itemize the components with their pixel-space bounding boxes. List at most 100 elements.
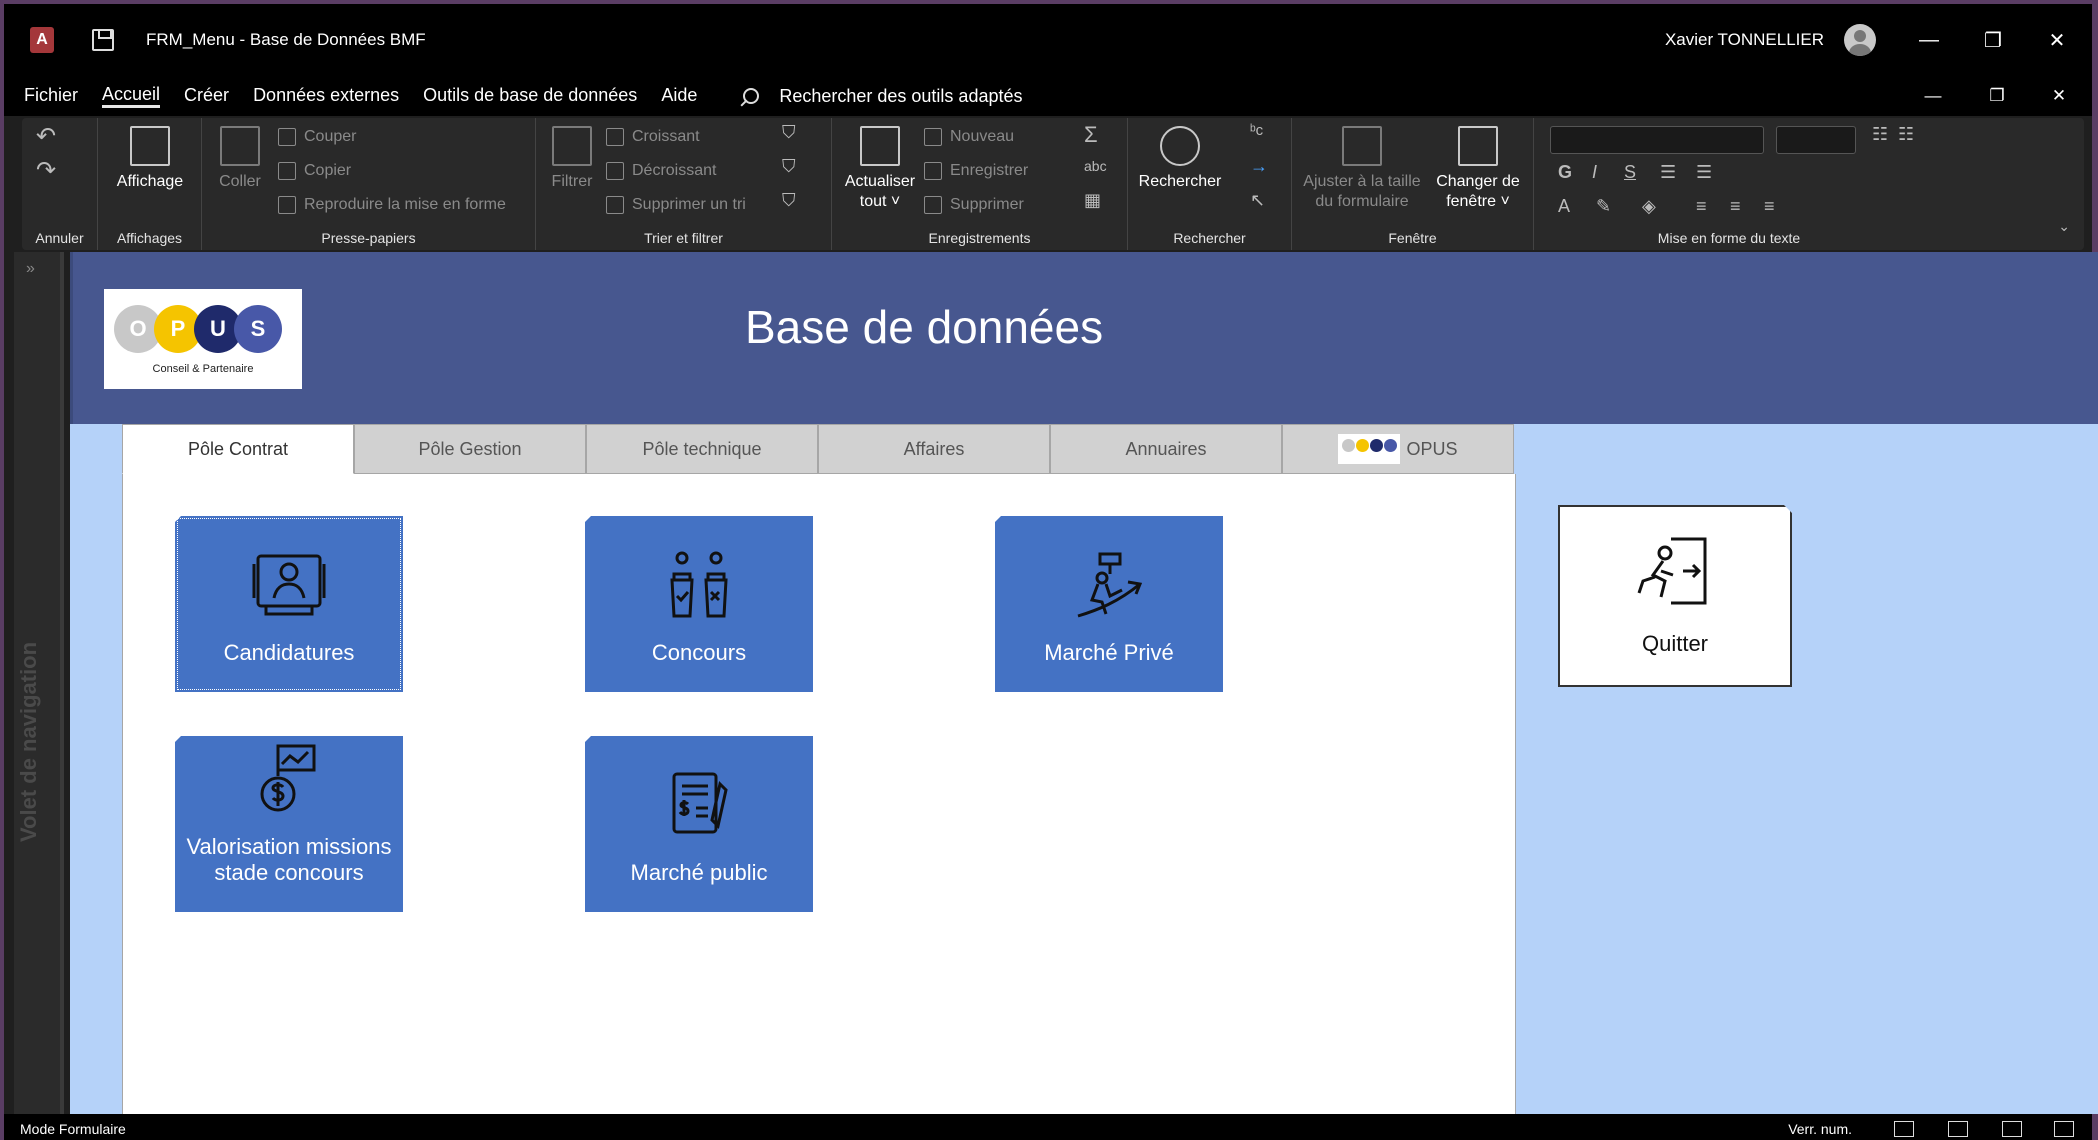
group-label: Affichages <box>116 230 183 246</box>
selection-filter-icon[interactable]: ⛉ <box>782 122 796 143</box>
doc-minimize-button[interactable]: — <box>1900 76 1966 116</box>
collapse-ribbon-icon[interactable]: ⌄ <box>2058 218 2070 235</box>
supprimer-button[interactable]: Supprimer <box>924 196 1024 214</box>
marche-public-label: Marché public <box>630 860 768 885</box>
menu-fichier[interactable]: Fichier <box>24 85 78 108</box>
doc-restore-button[interactable]: ❐ <box>1964 76 2030 116</box>
supprimer-tri-button[interactable]: Supprimer un tri <box>606 196 746 214</box>
tab-panel-pole-contrat: Candidatures Concours Marché Privé Valor… <box>122 474 1516 1114</box>
goto-icon[interactable]: → <box>1250 156 1268 177</box>
form-view-icon[interactable] <box>1894 1121 1914 1137</box>
switch-window-icon <box>1458 126 1498 166</box>
tell-me-text: Rechercher des outils adaptés <box>779 85 1023 106</box>
totals-icon[interactable]: Σ <box>1084 122 1098 148</box>
outdent-icon[interactable]: ☰ <box>1696 162 1712 183</box>
group-label: Presse-papiers <box>321 230 416 246</box>
user-account[interactable]: Xavier TONNELLIER <box>1665 4 1876 76</box>
concours-label: Concours <box>651 640 747 665</box>
restore-button[interactable]: ❐ <box>1960 4 2026 76</box>
tell-me-search[interactable]: Rechercher des outils adaptés <box>743 86 1022 107</box>
save-icon[interactable] <box>92 29 114 51</box>
nav-pane-label: Volet de navigation <box>16 641 41 842</box>
decroissant-label: Décroissant <box>632 162 717 179</box>
spelling-icon[interactable]: abc <box>1084 158 1107 174</box>
reproduire-button[interactable]: Reproduire la mise en forme <box>278 196 506 214</box>
avatar-icon[interactable] <box>1844 24 1876 56</box>
bullets-icon[interactable]: ☷ <box>1872 124 1888 145</box>
fill-color-icon[interactable]: ◈ <box>1642 196 1656 217</box>
affichage-button[interactable]: Affichage <box>104 126 196 192</box>
valorisation-button[interactable]: Valorisation missions stade concours <box>175 736 403 912</box>
align-right-icon[interactable]: ≡ <box>1764 196 1775 217</box>
contest-icon <box>670 551 728 618</box>
ajuster-button[interactable]: Ajuster à la taille du formulaire <box>1298 126 1426 212</box>
menu-creer[interactable]: Créer <box>184 85 229 108</box>
copier-button[interactable]: Copier <box>278 162 351 180</box>
design-view-icon[interactable] <box>2054 1121 2074 1137</box>
replace-icon[interactable]: ᵇc <box>1250 122 1263 139</box>
underline-icon[interactable]: S <box>1624 162 1636 183</box>
status-numlock: Verr. num. <box>1788 1121 1852 1137</box>
candidatures-label: Candidatures <box>223 640 355 665</box>
select-icon[interactable]: ↖ <box>1250 190 1265 211</box>
bold-icon[interactable]: G <box>1558 162 1572 183</box>
opus-logo: O P U S Conseil & Partenaire <box>104 289 302 389</box>
tab-pole-contrat[interactable]: Pôle Contrat <box>122 424 354 474</box>
font-color-icon[interactable]: A <box>1558 196 1570 217</box>
group-label: Enregistrements <box>928 230 1031 246</box>
marche-public-button[interactable]: Marché public <box>585 736 813 912</box>
font-name-combo[interactable] <box>1550 126 1764 154</box>
decroissant-button[interactable]: Décroissant <box>606 162 716 180</box>
ribbon: ↶ ↷ Annuler Affichage Affichages Coller … <box>22 118 2084 250</box>
undo-icon[interactable]: ↶ <box>36 122 56 151</box>
expand-nav-icon[interactable]: » <box>26 260 35 278</box>
align-center-icon[interactable]: ≡ <box>1730 196 1741 217</box>
navigation-pane[interactable]: » Volet de navigation <box>14 252 64 1114</box>
align-left-icon[interactable]: ≡ <box>1696 196 1707 217</box>
highlight-icon[interactable]: ✎ <box>1596 196 1611 217</box>
menu-accueil[interactable]: Accueil <box>102 84 161 108</box>
public-market-icon <box>672 772 728 834</box>
fit-form-icon <box>1342 126 1382 166</box>
toggle-filter-icon[interactable]: ⛉ <box>782 190 796 211</box>
numbering-icon[interactable]: ☷ <box>1898 124 1914 145</box>
tab-opus[interactable]: OPUS <box>1282 424 1514 474</box>
quitter-button[interactable]: Quitter <box>1558 505 1792 687</box>
menu-outils-bdd[interactable]: Outils de base de données <box>423 85 637 108</box>
candidatures-button[interactable]: Candidatures <box>175 516 403 692</box>
couper-button[interactable]: Couper <box>278 128 356 146</box>
layout-view-icon[interactable] <box>2002 1121 2022 1137</box>
menu-aide[interactable]: Aide <box>661 85 697 108</box>
logo-letter-s: S <box>234 305 282 353</box>
tab-annuaires[interactable]: Annuaires <box>1050 424 1282 474</box>
font-size-combo[interactable] <box>1776 126 1856 154</box>
tab-pole-gestion[interactable]: Pôle Gestion <box>354 424 586 474</box>
concours-button[interactable]: Concours <box>585 516 813 692</box>
access-app-icon[interactable]: A <box>30 27 54 53</box>
doc-close-button[interactable]: ✕ <box>2026 76 2092 116</box>
tab-affaires[interactable]: Affaires <box>818 424 1050 474</box>
menu-donnees-externes[interactable]: Données externes <box>253 85 399 108</box>
redo-icon[interactable]: ↷ <box>36 156 56 185</box>
tab-pole-technique[interactable]: Pôle technique <box>586 424 818 474</box>
datasheet-view-icon[interactable] <box>1948 1121 1968 1137</box>
marche-prive-button[interactable]: Marché Privé <box>995 516 1223 692</box>
enregistrer-button[interactable]: Enregistrer <box>924 162 1028 180</box>
minimize-button[interactable]: — <box>1896 4 1962 76</box>
italic-icon[interactable]: I <box>1592 162 1597 183</box>
croissant-button[interactable]: Croissant <box>606 128 700 146</box>
advanced-filter-icon[interactable]: ⛉ <box>782 156 796 177</box>
indent-icon[interactable]: ☰ <box>1660 162 1676 183</box>
rechercher-button[interactable]: Rechercher <box>1130 126 1230 192</box>
affichage-label: Affichage <box>116 173 184 190</box>
filtrer-button[interactable]: Filtrer <box>542 126 602 192</box>
tab-opus-label: OPUS <box>1406 438 1458 459</box>
refresh-icon <box>860 126 900 166</box>
changer-fenetre-button[interactable]: Changer de fenêtre ˅ <box>1430 126 1526 212</box>
more-icon[interactable]: ▦ <box>1084 190 1101 211</box>
nouveau-button[interactable]: Nouveau <box>924 128 1014 146</box>
actualiser-button[interactable]: Actualiser tout ˅ <box>838 126 922 212</box>
valorisation-label-1: Valorisation missions <box>186 834 392 859</box>
close-button[interactable]: ✕ <box>2024 4 2090 76</box>
coller-button[interactable]: Coller <box>210 126 270 192</box>
